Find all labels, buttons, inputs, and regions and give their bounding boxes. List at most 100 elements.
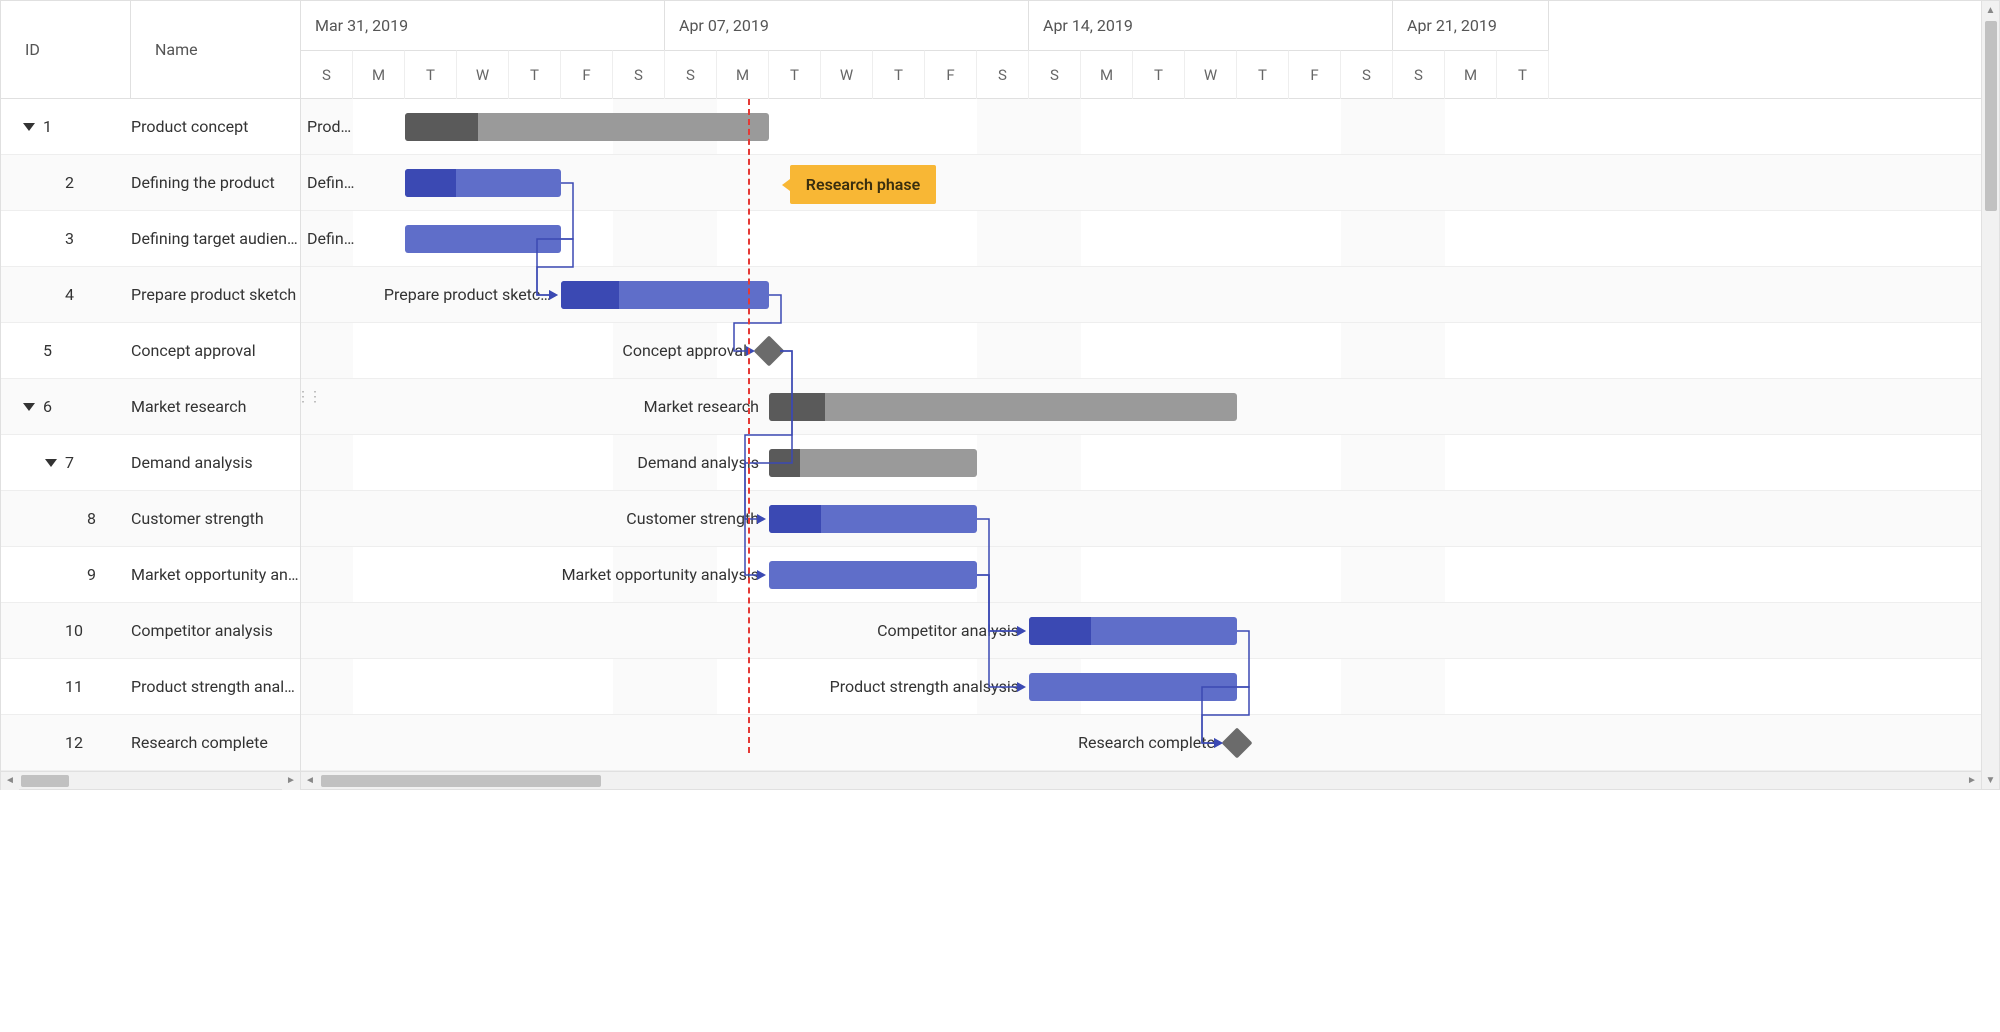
bar-label: Research complete [1078, 733, 1215, 752]
timeline-row[interactable]: Competitor analysis [301, 603, 1981, 659]
row-name: Market opportunity analysis [131, 565, 300, 584]
timeline-row[interactable]: Market opportunity analysis [301, 547, 1981, 603]
column-header-name[interactable]: Name [131, 1, 300, 98]
table-row[interactable]: 1Product concept [1, 99, 300, 155]
splitter-handle[interactable]: ⋮⋮ [296, 389, 320, 405]
timeline-row[interactable]: Product strength analsysis [301, 659, 1981, 715]
dependency-arrow-icon [1017, 626, 1026, 636]
timeline-row[interactable]: Defin… [301, 211, 1981, 267]
dependency-arrow-icon [1017, 682, 1026, 692]
bar-label: Product strength analsysis [830, 677, 1019, 696]
scrollbar-thumb[interactable] [1985, 21, 1997, 211]
table-row[interactable]: 4Prepare product sketch [1, 267, 300, 323]
row-id: 3 [65, 229, 74, 248]
vertical-scrollbar[interactable]: ▲ ▼ [1981, 1, 1999, 789]
day-header: T [1497, 50, 1549, 99]
task-bar[interactable] [769, 561, 977, 589]
day-header: S [613, 50, 665, 99]
scrollbar-thumb[interactable] [321, 775, 601, 787]
week-header: Mar 31, 2019 [301, 1, 665, 50]
scroll-left-icon[interactable]: ◄ [301, 772, 319, 790]
row-id: 7 [65, 453, 74, 472]
bar-label: Defin… [307, 173, 354, 192]
table-row[interactable]: 11 Product strength analsysis [1, 659, 300, 715]
scroll-right-icon[interactable]: ► [1963, 772, 1981, 790]
grid-horizontal-scrollbar[interactable]: ◄ ► [1, 771, 300, 789]
grid-pane: ID Name 1Product concept 2 Defining the pr… [1, 1, 301, 789]
day-header: M [353, 50, 405, 99]
timeline-row[interactable]: Research complete [301, 715, 1981, 771]
summary-bar[interactable] [769, 449, 977, 477]
bar-label: Demand analysis [637, 453, 759, 472]
task-bar[interactable] [769, 505, 977, 533]
task-bar[interactable] [405, 169, 561, 197]
collapse-icon[interactable] [23, 403, 35, 411]
timeline-row[interactable]: Defin… [301, 155, 1981, 211]
progress-fill [769, 505, 821, 533]
row-name: Competitor analysis [131, 621, 300, 640]
table-row[interactable]: 9Market opportunity analysis [1, 547, 300, 603]
row-name: Product strength analsysis [131, 677, 300, 696]
row-name: Defining the product [131, 173, 300, 192]
task-bar[interactable] [1029, 673, 1237, 701]
dependency-arrow-icon [757, 570, 766, 580]
table-row[interactable]: 7Demand analysis [1, 435, 300, 491]
milestone[interactable] [1221, 727, 1252, 758]
timeline-body[interactable]: Research phaseProd…Defin…Defin…Prepare p… [301, 99, 1981, 771]
timeline-horizontal-scrollbar[interactable]: ◄ ► [301, 771, 1981, 789]
table-row[interactable]: 3Defining target audience [1, 211, 300, 267]
week-header: Apr 21, 2019 [1393, 1, 1549, 50]
table-row[interactable]: 6Market research [1, 379, 300, 435]
row-id: 12 [65, 733, 83, 752]
bar-label: Market research [644, 397, 759, 416]
day-header: F [561, 50, 613, 99]
column-header-id[interactable]: ID [1, 1, 131, 98]
row-id: 11 [65, 677, 83, 696]
day-header: S [1393, 50, 1445, 99]
timeline-row[interactable]: Demand analysis [301, 435, 1981, 491]
bar-label: Customer strength [626, 509, 759, 528]
table-row[interactable]: 8Customer strength [1, 491, 300, 547]
summary-bar[interactable] [769, 393, 1237, 421]
scroll-down-icon[interactable]: ▼ [1982, 771, 1999, 789]
row-name: Concept approval [131, 341, 300, 360]
task-bar[interactable] [561, 281, 769, 309]
task-bar[interactable] [405, 225, 561, 253]
row-id: 2 [65, 173, 74, 192]
timeline-row[interactable]: Concept approval [301, 323, 1981, 379]
scroll-left-icon[interactable]: ◄ [1, 772, 19, 790]
timeline-row[interactable]: Prod… [301, 99, 1981, 155]
event-marker[interactable]: Research phase [790, 165, 936, 204]
day-header: M [1081, 50, 1133, 99]
timeline-row[interactable]: Market research [301, 379, 1981, 435]
grid-header: ID Name [1, 1, 300, 99]
day-header: T [405, 50, 457, 99]
table-row[interactable]: 5Concept approval [1, 323, 300, 379]
collapse-icon[interactable] [45, 459, 57, 467]
table-row[interactable]: 10Competitor analysis [1, 603, 300, 659]
task-bar[interactable] [1029, 617, 1237, 645]
timeline-pane: Mar 31, 2019Apr 07, 2019Apr 14, 2019Apr … [301, 1, 1981, 789]
scroll-right-icon[interactable]: ► [282, 772, 300, 790]
scrollbar-track[interactable] [319, 772, 1963, 790]
scrollbar-thumb[interactable] [21, 775, 69, 787]
summary-bar[interactable] [405, 113, 769, 141]
table-row[interactable]: 12Research complete [1, 715, 300, 771]
progress-fill [405, 113, 478, 141]
day-header: W [1185, 50, 1237, 99]
collapse-icon[interactable] [23, 123, 35, 131]
row-id: 4 [65, 285, 74, 304]
scrollbar-track[interactable] [19, 772, 282, 790]
day-header: T [509, 50, 561, 99]
day-header: S [1029, 50, 1081, 99]
row-id: 8 [87, 509, 96, 528]
milestone[interactable] [753, 335, 784, 366]
scroll-up-icon[interactable]: ▲ [1982, 1, 1999, 19]
table-row[interactable]: 2 Defining the product [1, 155, 300, 211]
gantt-chart: ⋮⋮ ID Name 1Product concept 2 Defining the… [0, 0, 2000, 790]
timeline-row[interactable]: Customer strength [301, 491, 1981, 547]
progress-fill [405, 169, 456, 197]
day-header: F [1289, 50, 1341, 99]
day-header: T [1133, 50, 1185, 99]
bar-label: Market opportunity analysis [562, 565, 759, 584]
